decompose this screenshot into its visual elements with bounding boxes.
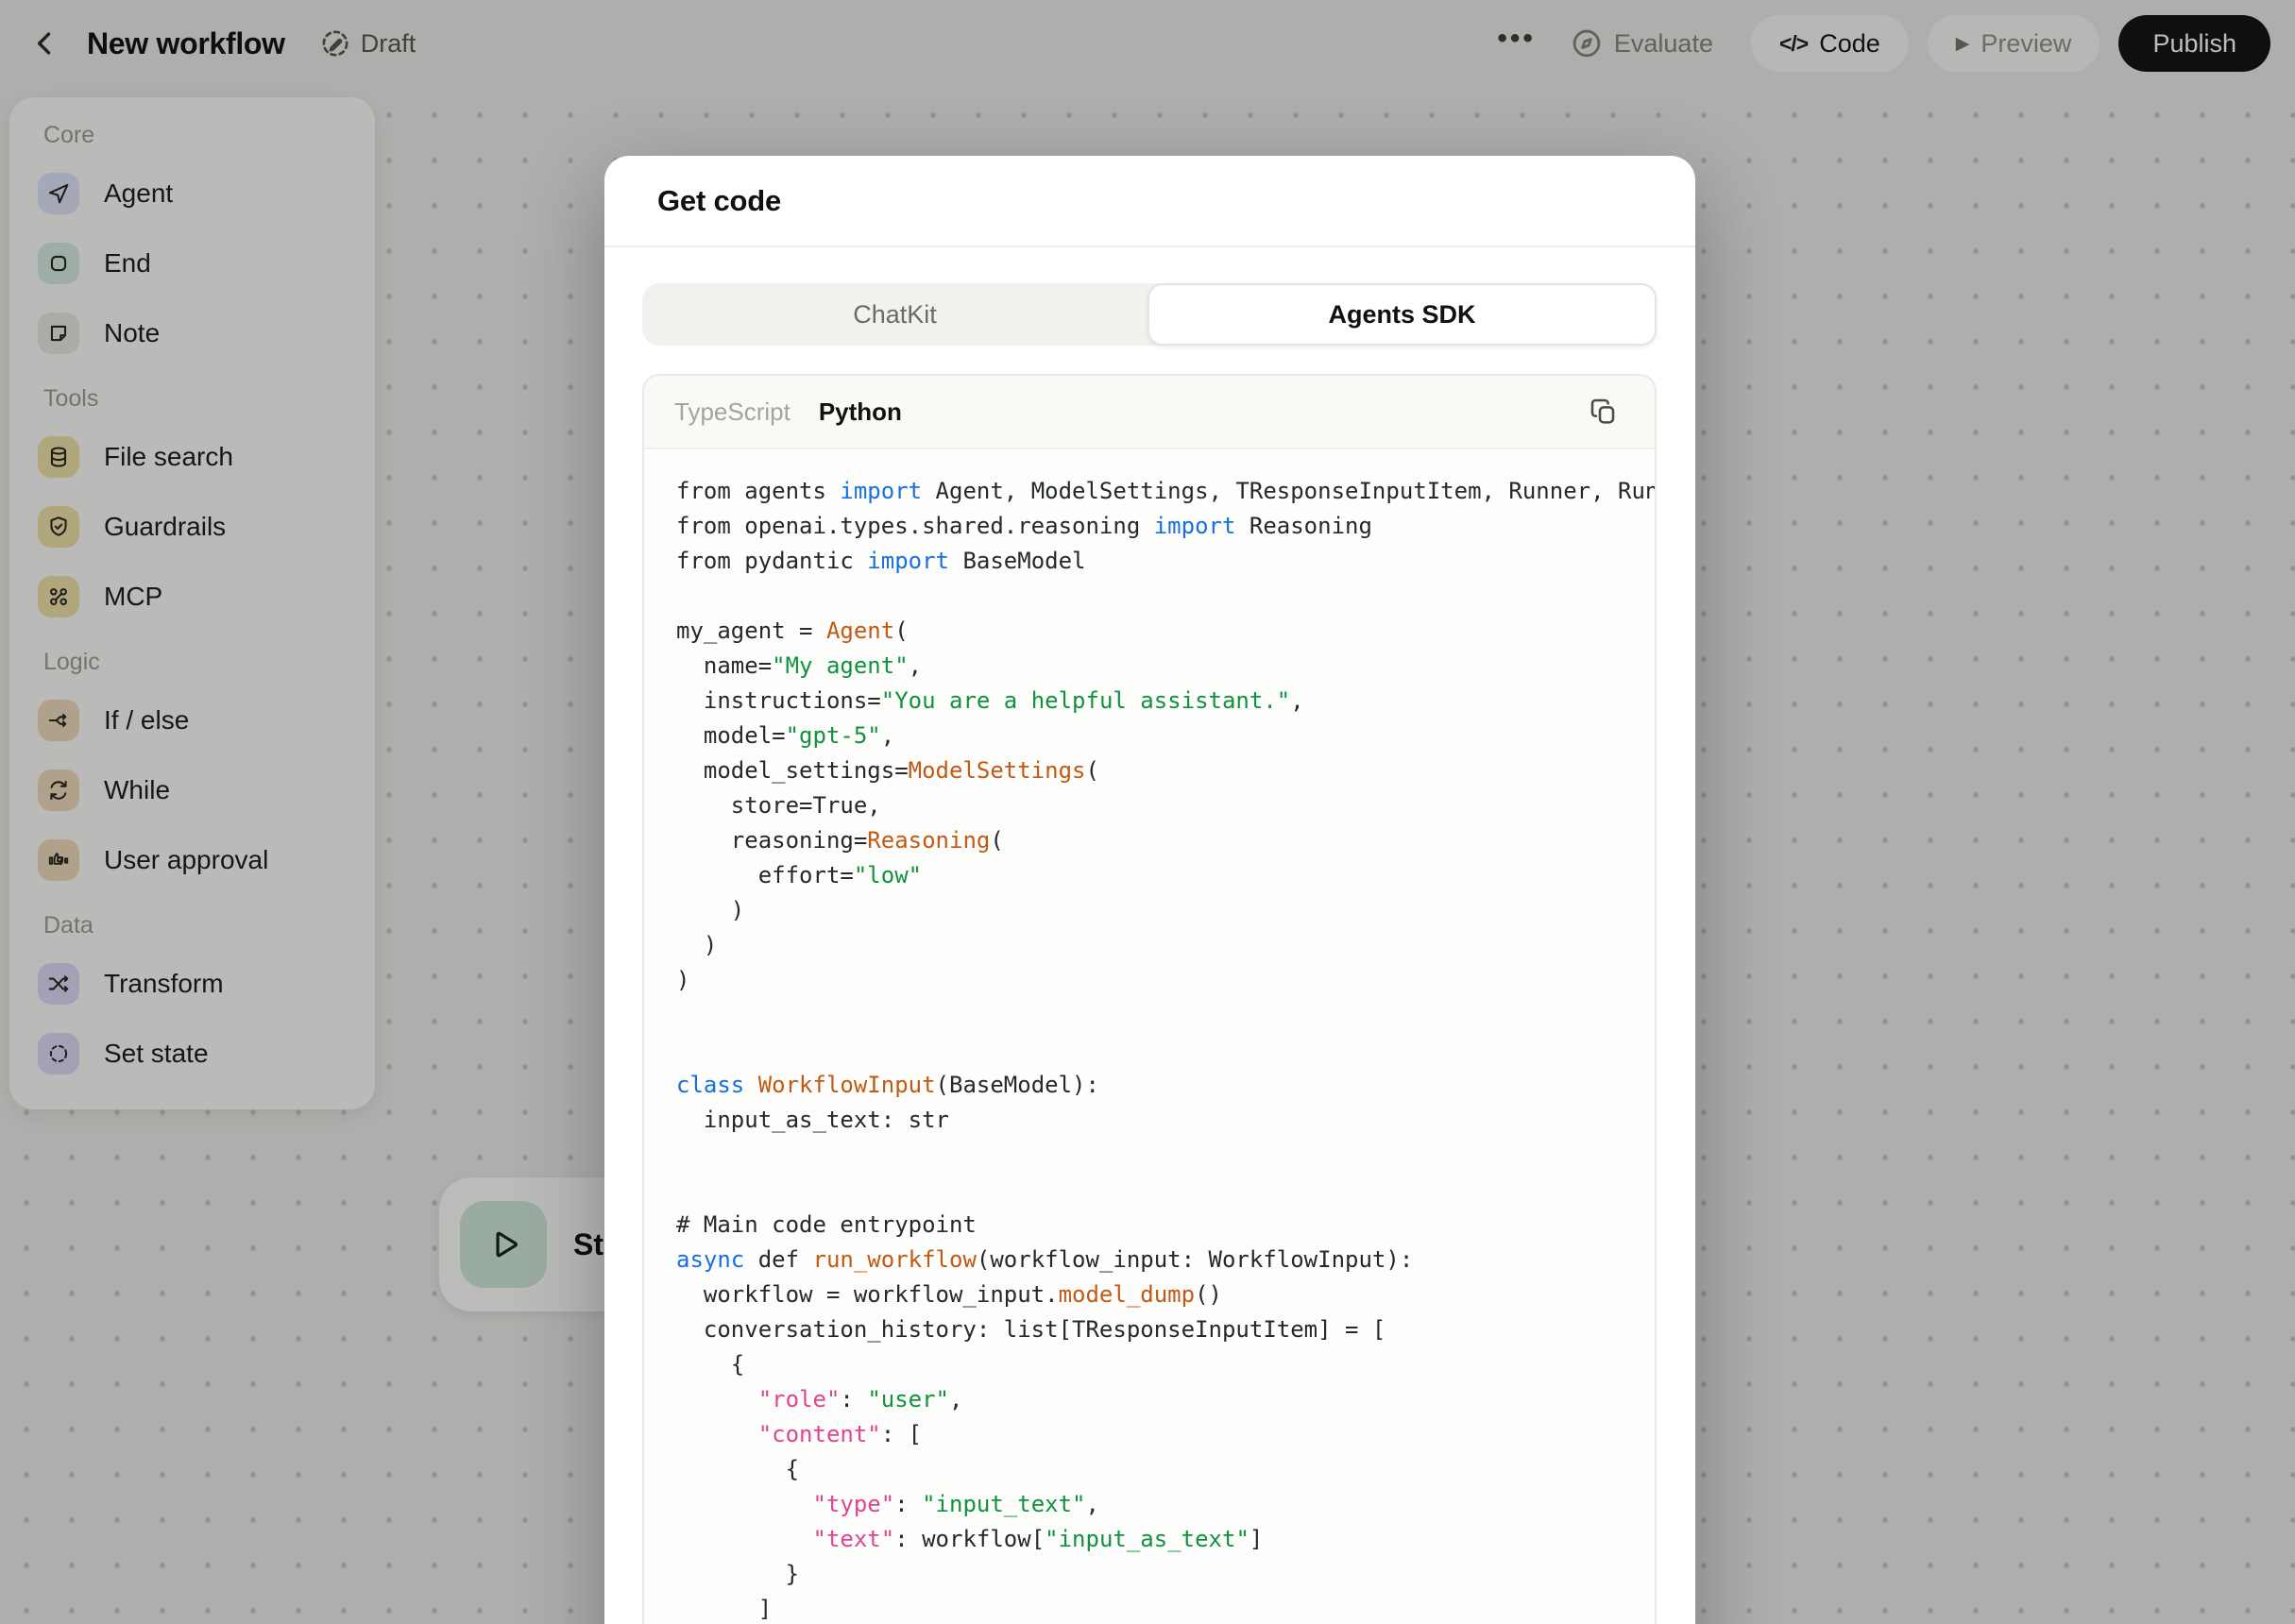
- code-line: ]: [676, 1592, 1655, 1624]
- get-code-modal: Get code ChatKit Agents SDK TypeScript P…: [604, 156, 1695, 1624]
- code-line: ): [676, 963, 1655, 998]
- tab-chatkit[interactable]: ChatKit: [642, 283, 1148, 346]
- tab-agents-sdk[interactable]: Agents SDK: [1148, 283, 1657, 346]
- code-line: "text": workflow["input_as_text"]: [676, 1522, 1655, 1557]
- modal-title: Get code: [657, 184, 781, 218]
- code-content: from agents import Agent, ModelSettings,…: [676, 474, 1655, 1624]
- tab-typescript[interactable]: TypeScript: [674, 398, 790, 427]
- code-line: my_agent = Agent(: [676, 614, 1655, 649]
- code-line: instructions="You are a helpful assistan…: [676, 684, 1655, 719]
- code-line: reasoning=Reasoning(: [676, 823, 1655, 858]
- code-line: from pydantic import BaseModel: [676, 544, 1655, 579]
- code-line: input_as_text: str: [676, 1103, 1655, 1138]
- code-line: "role": "user",: [676, 1382, 1655, 1417]
- copy-icon: [1589, 397, 1619, 427]
- code-line: workflow = workflow_input.model_dump(): [676, 1277, 1655, 1312]
- code-line: {: [676, 1347, 1655, 1382]
- agent-builder-app: New workflow Draft •••: [0, 0, 2295, 1624]
- code-line: "type": "input_text",: [676, 1487, 1655, 1522]
- tab-python[interactable]: Python: [819, 398, 902, 427]
- code-line: [676, 1033, 1655, 1068]
- code-line: from openai.types.shared.reasoning impor…: [676, 509, 1655, 544]
- code-line: ): [676, 928, 1655, 963]
- sdk-tabs: ChatKit Agents SDK: [642, 283, 1657, 346]
- code-panel: TypeScript Python from agents import Age…: [642, 374, 1657, 1624]
- code-line: from agents import Agent, ModelSettings,…: [676, 474, 1655, 509]
- code-line: # Main code entrypoint: [676, 1208, 1655, 1243]
- code-line: name="My agent",: [676, 649, 1655, 684]
- copy-code-button[interactable]: [1583, 391, 1624, 432]
- code-line: conversation_history: list[TResponseInpu…: [676, 1312, 1655, 1347]
- code-line: [676, 998, 1655, 1033]
- code-line: [676, 579, 1655, 614]
- code-panel-header: TypeScript Python: [644, 376, 1655, 449]
- modal-body: ChatKit Agents SDK TypeScript Python fro…: [604, 247, 1695, 1624]
- code-line: "content": [: [676, 1417, 1655, 1452]
- code-line: async def run_workflow(workflow_input: W…: [676, 1243, 1655, 1277]
- code-line: ): [676, 893, 1655, 928]
- code-line: effort="low": [676, 858, 1655, 893]
- code-line: store=True,: [676, 788, 1655, 823]
- code-line: [676, 1138, 1655, 1173]
- code-line: }: [676, 1557, 1655, 1592]
- code-editor[interactable]: from agents import Agent, ModelSettings,…: [644, 449, 1655, 1624]
- code-line: model="gpt-5",: [676, 719, 1655, 753]
- modal-header: Get code: [604, 156, 1695, 247]
- code-line: model_settings=ModelSettings(: [676, 753, 1655, 788]
- code-line: [676, 1173, 1655, 1208]
- code-line: {: [676, 1452, 1655, 1487]
- code-line: class WorkflowInput(BaseModel):: [676, 1068, 1655, 1103]
